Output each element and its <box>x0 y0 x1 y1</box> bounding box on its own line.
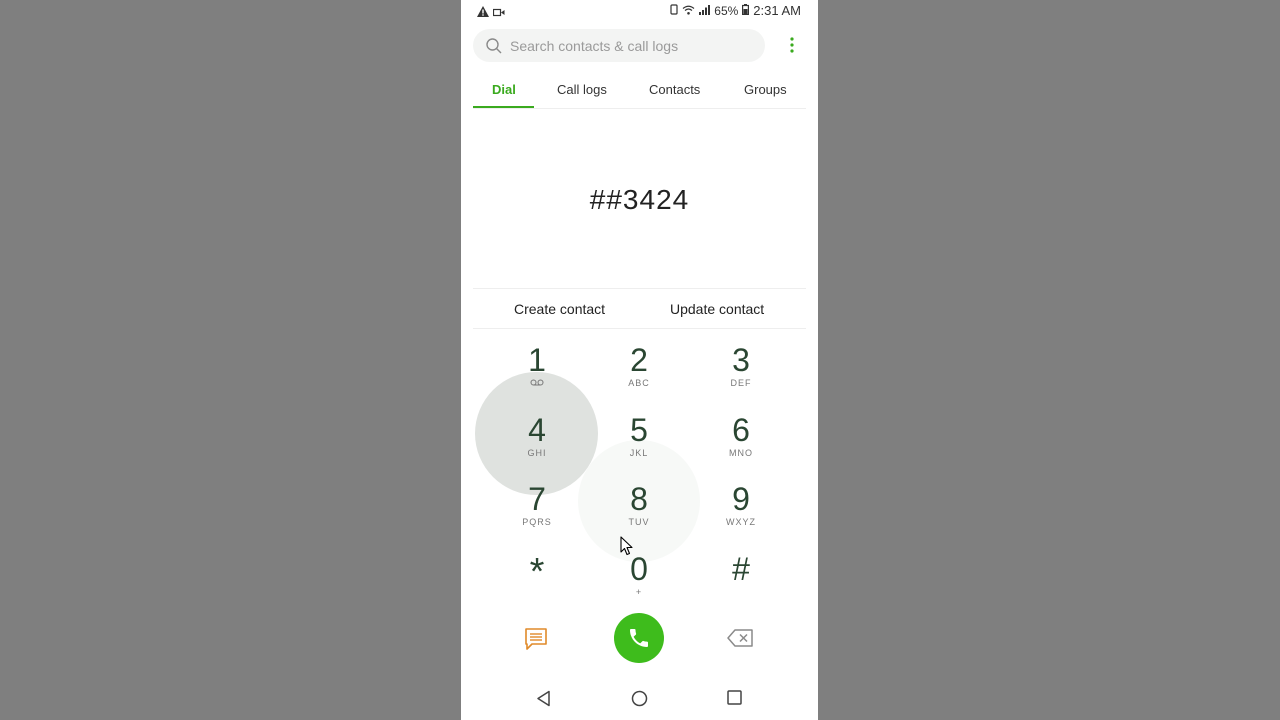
search-placeholder: Search contacts & call logs <box>510 38 679 54</box>
key-4[interactable]: 4 GHI <box>507 414 567 458</box>
tab-call-logs[interactable]: Call logs <box>557 82 607 97</box>
status-left <box>477 4 505 22</box>
key-2[interactable]: 2 ABC <box>609 344 669 388</box>
call-button[interactable] <box>614 613 664 663</box>
signal-icon <box>699 4 711 18</box>
status-right: 65% 2:31 AM <box>670 3 801 18</box>
key-digit: 4 <box>528 412 546 448</box>
mouse-cursor-icon <box>620 536 634 561</box>
backspace-icon[interactable] <box>727 629 754 652</box>
key-5[interactable]: 5 JKL <box>609 414 669 458</box>
key-letters: + <box>635 587 643 597</box>
key-0[interactable]: 0 + <box>609 553 669 597</box>
vibrate-icon <box>670 3 678 18</box>
contact-actions: Create contact Update contact <box>473 288 806 329</box>
search-bar[interactable]: Search contacts & call logs <box>473 29 765 62</box>
key-digit: 0 <box>630 551 648 587</box>
home-icon[interactable] <box>631 690 648 712</box>
message-icon[interactable] <box>524 627 548 656</box>
key-star[interactable]: * <box>507 551 567 593</box>
key-7[interactable]: 7 PQRS <box>507 483 567 527</box>
key-3[interactable]: 3 DEF <box>711 344 771 388</box>
dialed-number: ##3424 <box>589 184 690 215</box>
key-digit: * <box>529 551 545 593</box>
battery-icon <box>742 3 750 18</box>
wifi-icon <box>682 4 695 18</box>
recents-icon[interactable] <box>727 690 742 710</box>
key-digit: 8 <box>630 481 648 517</box>
key-letters: DEF <box>730 378 752 388</box>
key-letters: PQRS <box>522 517 552 527</box>
phone-icon <box>630 629 648 647</box>
key-9[interactable]: 9 WXYZ <box>711 483 771 527</box>
key-digit: # <box>732 551 750 587</box>
key-8[interactable]: 8 TUV <box>609 483 669 527</box>
key-digit: 1 <box>528 342 546 378</box>
search-icon <box>486 38 502 54</box>
battery-percent: 65% <box>714 3 739 18</box>
key-letters: WXYZ <box>726 517 756 527</box>
key-digit: 2 <box>630 342 648 378</box>
key-letters: GHI <box>527 448 547 458</box>
update-contact-button[interactable]: Update contact <box>670 301 764 317</box>
create-contact-button[interactable]: Create contact <box>514 301 605 317</box>
back-icon[interactable] <box>536 690 551 712</box>
navigation-bar <box>461 684 818 714</box>
key-digit: 5 <box>630 412 648 448</box>
key-letters: TUV <box>628 517 650 527</box>
tab-groups[interactable]: Groups <box>744 82 787 97</box>
tab-dial[interactable]: Dial <box>492 82 516 97</box>
key-letters: MNO <box>729 448 753 458</box>
voicemail-icon <box>507 378 567 388</box>
tab-bar: Dial Call logs Contacts Groups <box>473 72 806 109</box>
key-digit: 7 <box>528 481 546 517</box>
warning-icon <box>477 4 489 22</box>
key-1[interactable]: 1 <box>507 344 567 388</box>
key-letters: JKL <box>629 448 649 458</box>
video-call-icon <box>492 4 505 22</box>
key-digit: 9 <box>732 481 750 517</box>
key-digit: 6 <box>732 412 750 448</box>
tab-contacts[interactable]: Contacts <box>649 82 700 97</box>
more-options-icon[interactable] <box>786 36 798 56</box>
status-bar: 65% 2:31 AM <box>461 0 818 22</box>
key-letters: ABC <box>628 378 650 388</box>
clock: 2:31 AM <box>753 3 801 18</box>
dialer-screen: 65% 2:31 AM Search contacts & call logs … <box>461 0 818 720</box>
active-tab-indicator <box>473 106 534 108</box>
key-hash[interactable]: # <box>711 553 771 585</box>
key-digit: 3 <box>732 342 750 378</box>
key-6[interactable]: 6 MNO <box>711 414 771 458</box>
